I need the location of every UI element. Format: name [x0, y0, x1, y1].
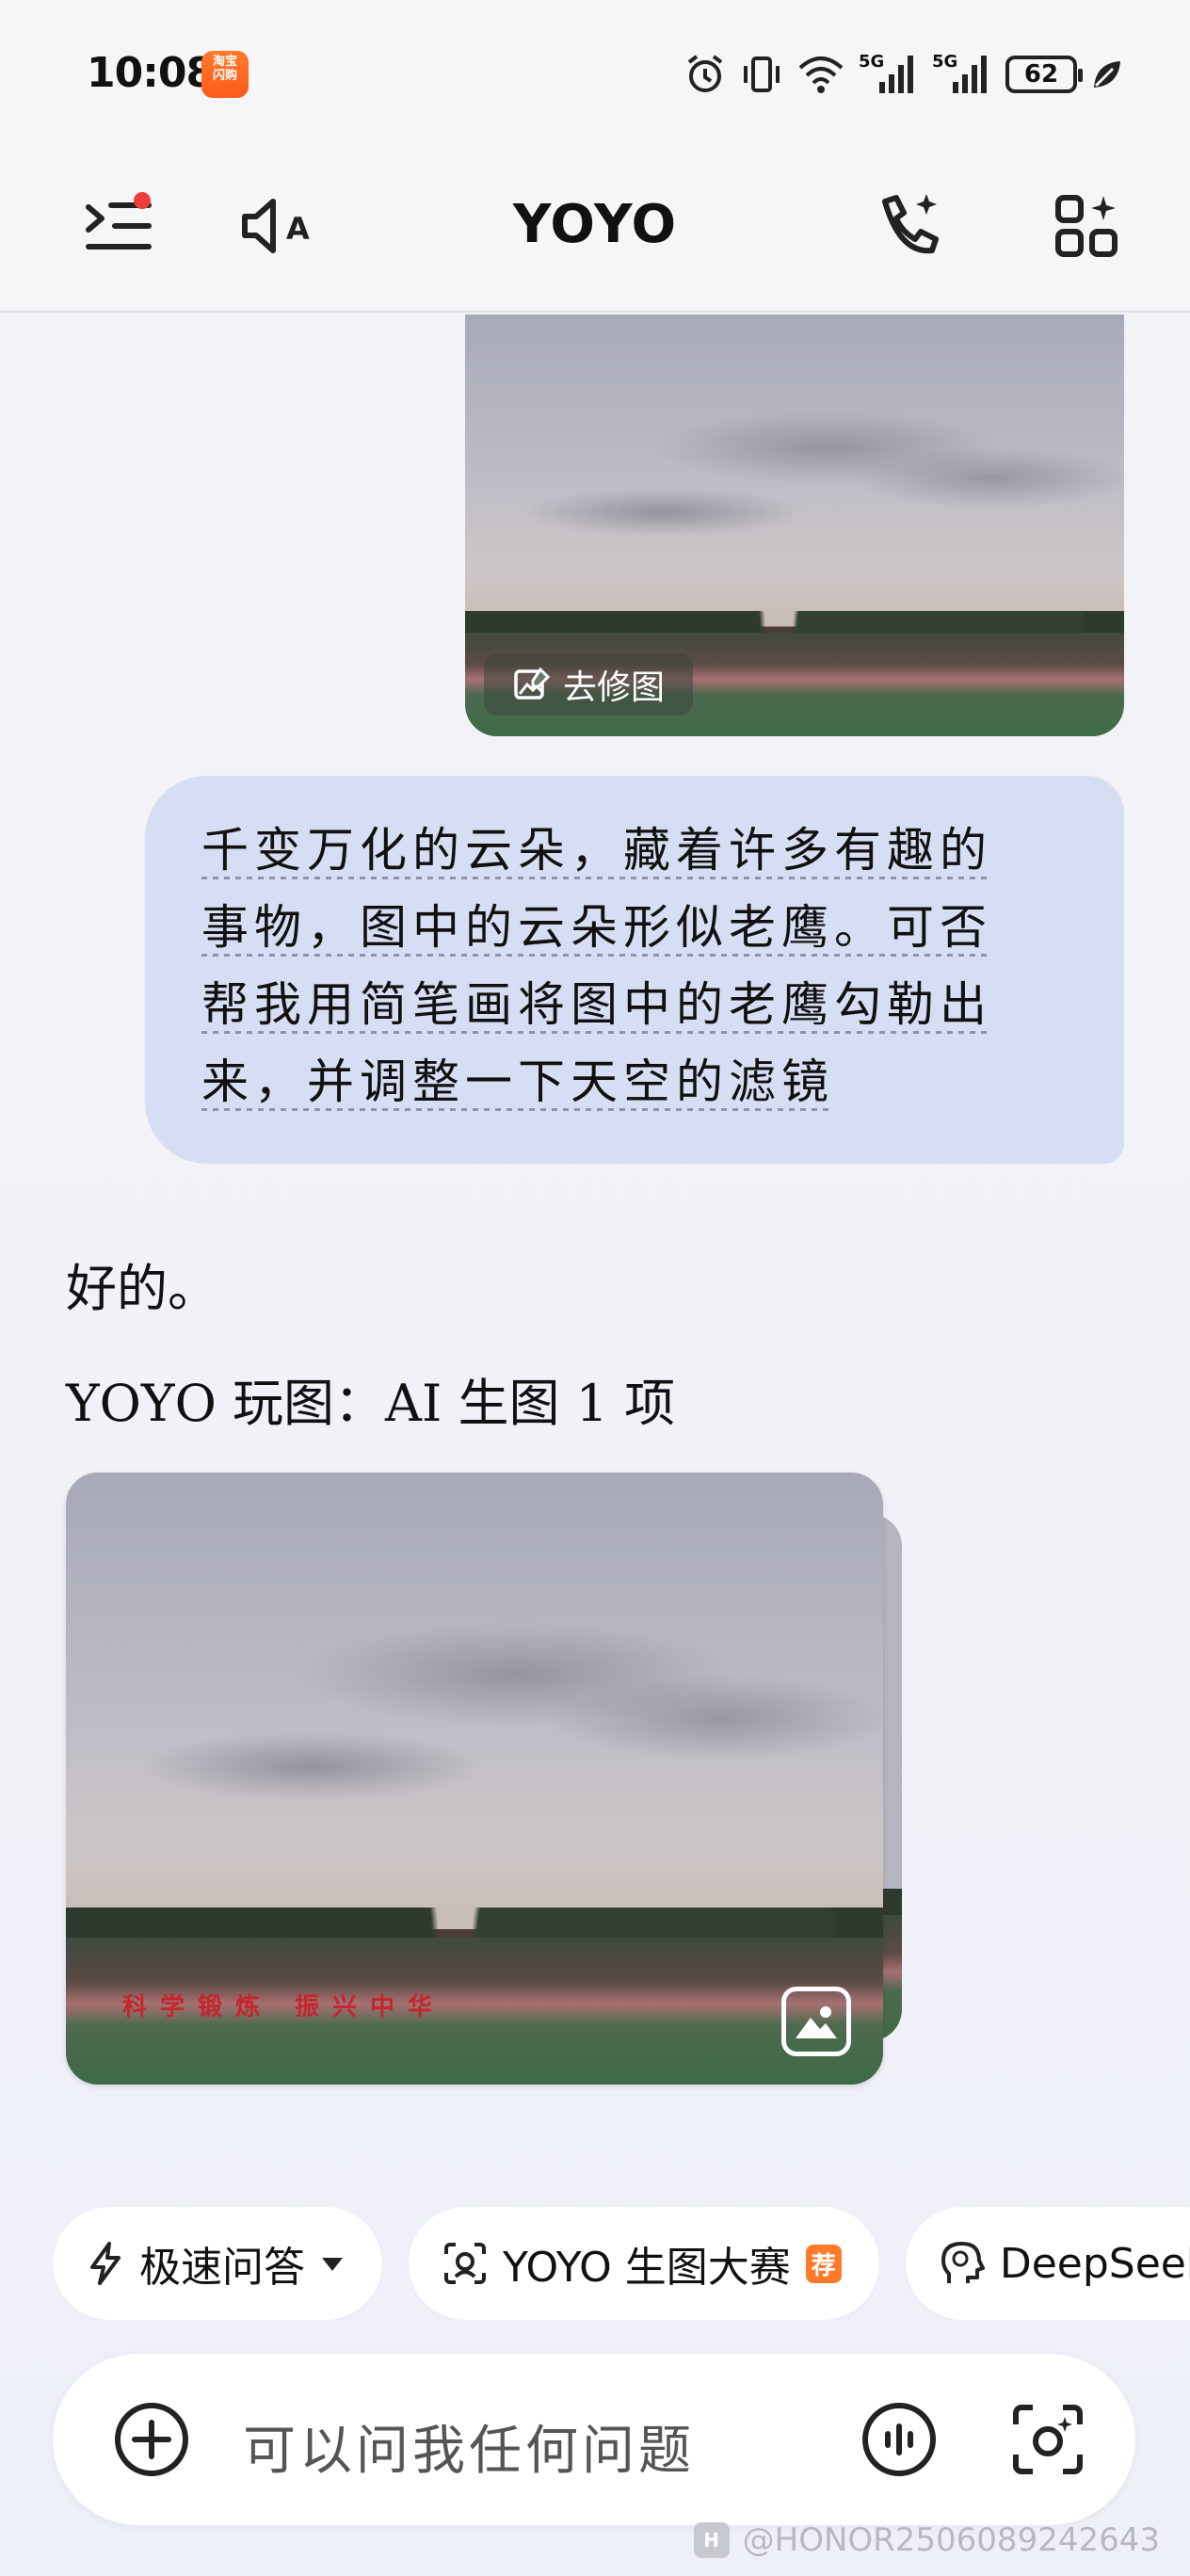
fast-qa-chip[interactable]: 极速问答 — [53, 2207, 382, 2320]
alarm-icon — [687, 55, 723, 92]
generated-image-stack[interactable]: 科学锻炼 振兴中华 — [66, 1473, 913, 2085]
user-message-bubble[interactable]: 千变万化的云朵，藏着许多有趣的 事物，图中的云朵形似老鹰。可否 帮我用简笔画将图… — [145, 776, 1124, 1164]
honor-logo-icon: H — [693, 2522, 730, 2558]
image-contest-chip[interactable]: YOYO 生图大赛 荐 — [409, 2207, 879, 2320]
signal-icon-2: 5G — [932, 52, 992, 95]
image-edit-icon — [514, 667, 550, 700]
status-time: 10:08 — [87, 49, 215, 97]
wifi-icon — [798, 56, 844, 93]
edit-image-label: 去修图 — [563, 668, 666, 707]
signal-icon-1: 5G — [859, 52, 919, 95]
voice-input-button[interactable] — [855, 2395, 943, 2484]
voice-wave-icon — [862, 2403, 936, 2476]
apps-button[interactable] — [1047, 186, 1126, 266]
add-button[interactable] — [107, 2395, 196, 2484]
ai-frame-icon — [444, 2243, 486, 2284]
edit-image-button[interactable]: 去修图 — [484, 653, 694, 716]
status-icons: 5G 5G 62 — [683, 51, 1124, 98]
taobao-app-icon: 淘宝 闪购 — [201, 51, 249, 98]
network-type-1: 5G — [859, 52, 885, 72]
gallery-icon — [796, 2006, 837, 2038]
photo-banner-text: 科学锻炼 振兴中华 — [122, 1993, 446, 2021]
phone-sparkle-icon — [882, 194, 939, 254]
leaf-icon — [1094, 61, 1120, 88]
battery-icon: 62 — [1005, 56, 1083, 93]
quick-chips: 极速问答 YOYO 生图大赛 荐 DeepSeek-V — [53, 2207, 1190, 2320]
plus-circle-icon — [115, 2403, 188, 2476]
call-button[interactable] — [870, 186, 949, 266]
chat-input-placeholder[interactable]: 可以问我任何问题 — [243, 2408, 695, 2485]
user-message-line: 事物，图中的云朵形似老鹰。可否 — [201, 900, 992, 957]
user-message-line: 千变万化的云朵，藏着许多有趣的 — [201, 823, 992, 879]
image-contest-label: YOYO 生图大赛 — [503, 2244, 791, 2292]
chat-input-bar[interactable]: 可以问我任何问题 — [53, 2354, 1135, 2525]
user-message-line: 来，并调整一下天空的滤镜 — [201, 1055, 834, 1111]
fast-qa-label: 极速问答 — [139, 2244, 305, 2292]
generated-image[interactable]: 科学锻炼 振兴中华 — [66, 1473, 883, 2085]
scan-button[interactable] — [1004, 2395, 1092, 2484]
assistant-reply-summary: YOYO 玩图：AI 生图 1 项 — [66, 1374, 676, 1433]
caret-down-icon — [322, 2258, 343, 2271]
chat-area[interactable]: 去修图 千变万化的云朵，藏着许多有趣的 事物，图中的云朵形似老鹰。可否 帮我用简… — [0, 314, 1190, 2188]
page-title: YOYO — [512, 194, 678, 255]
status-bar: 10:08 淘宝 闪购 5G 5G 62 — [0, 0, 1190, 141]
lightning-icon — [90, 2242, 121, 2285]
deepseek-chip[interactable]: DeepSeek-V — [905, 2207, 1190, 2320]
device-watermark: H @HONOR2506089242643 — [693, 2521, 1160, 2559]
apps-grid-icon — [1055, 195, 1118, 257]
battery-level: 62 — [1023, 60, 1059, 89]
user-message-text: 千变万化的云朵，藏着许多有趣的 事物，图中的云朵形似老鹰。可否 帮我用简笔画将图… — [201, 812, 1071, 1120]
user-photo[interactable]: 去修图 — [465, 314, 1124, 736]
watermark-text: @HONOR2506089242643 — [742, 2521, 1160, 2559]
network-type-2: 5G — [932, 52, 958, 72]
app-header: A YOYO — [0, 141, 1190, 313]
scan-sparkle-icon — [1013, 2405, 1083, 2474]
recommend-badge: 荐 — [805, 2244, 842, 2283]
vibrate-icon — [744, 56, 780, 92]
brain-head-icon — [941, 2242, 985, 2283]
assistant-reply-ok: 好的。 — [66, 1259, 218, 1318]
user-message-line: 帮我用简笔画将图中的老鹰勾勒出 — [201, 977, 992, 1034]
open-gallery-button[interactable] — [781, 1987, 851, 2056]
deepseek-label: DeepSeek-V — [999, 2239, 1190, 2288]
